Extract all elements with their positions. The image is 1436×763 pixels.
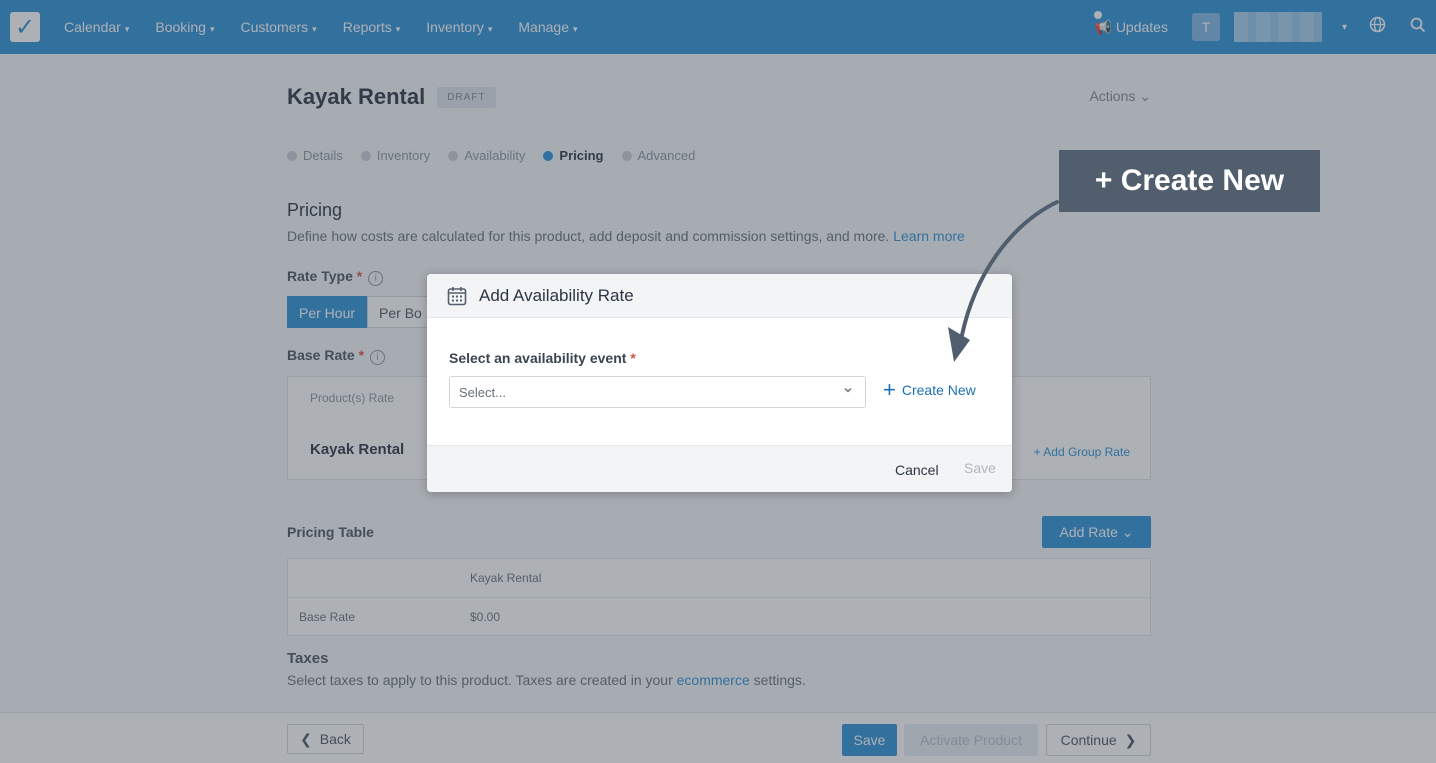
availability-event-select[interactable]: Select...: [449, 376, 866, 408]
callout-arrow-icon: [948, 200, 1059, 362]
availability-event-label-text: Select an availability event: [449, 350, 627, 366]
modal-footer: Cancel Save: [427, 445, 1012, 492]
create-new-callout: + Create New: [1059, 150, 1320, 212]
chevron-down-icon: [843, 385, 853, 398]
create-new-button[interactable]: + Create New: [883, 377, 976, 402]
calendar-icon: [447, 286, 467, 305]
availability-event-label: Select an availability event *: [449, 350, 636, 366]
select-placeholder: Select...: [459, 385, 506, 400]
modal-header: Add Availability Rate: [427, 274, 1012, 318]
modal-title: Add Availability Rate: [479, 285, 634, 305]
modal-save-button[interactable]: Save: [964, 460, 996, 476]
create-new-label: Create New: [901, 382, 976, 398]
plus-icon: +: [883, 377, 896, 402]
add-availability-rate-modal: Add Availability Rate Select an availabi…: [427, 274, 1012, 492]
cancel-button[interactable]: Cancel: [895, 462, 939, 478]
required-mark: *: [630, 350, 636, 366]
